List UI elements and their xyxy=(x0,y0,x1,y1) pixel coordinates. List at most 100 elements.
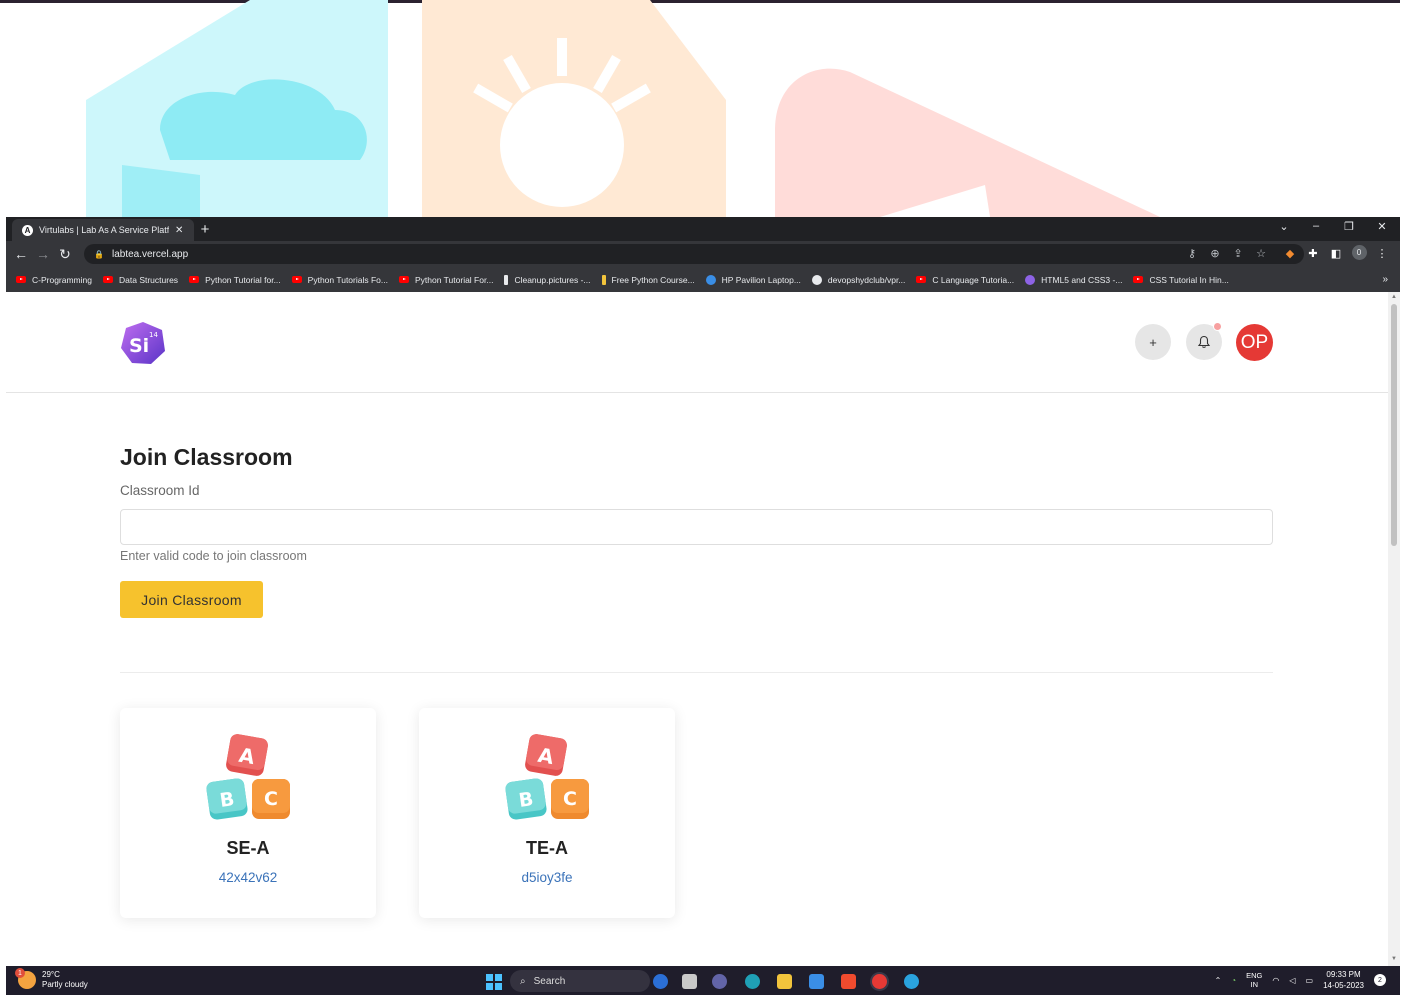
classroom-card[interactable]: A B C TE-A d5ioy3fe xyxy=(419,708,675,918)
file-explorer-icon[interactable] xyxy=(777,974,792,989)
classroom-id-input[interactable] xyxy=(120,509,1273,545)
star-icon[interactable]: ☆ xyxy=(1253,247,1269,260)
page-scrollbar[interactable]: ▲ ▼ xyxy=(1388,292,1400,966)
side-panel-icon[interactable]: ◧ xyxy=(1328,247,1344,260)
wifi-icon[interactable]: ◠ xyxy=(1272,976,1279,985)
weather-temperature: 29°C xyxy=(42,970,60,979)
metamask-icon[interactable]: ◆ xyxy=(1282,247,1298,260)
svg-text:C: C xyxy=(563,788,577,810)
windows-logo-tile xyxy=(486,974,493,981)
logo-text: Si xyxy=(129,335,149,357)
abc-blocks-icon: AB C xyxy=(505,734,589,820)
browser-toolbar: ← → ↻ 🔒 labtea.vercel.app ⚷ ⊕ ⇪ ☆ ◆ ✚ ◧ … xyxy=(6,241,1400,267)
bookmark-item[interactable]: Python Tutorial For... xyxy=(399,275,493,285)
bookmark-item[interactable]: Python Tutorials Fo... xyxy=(291,275,388,285)
start-button[interactable] xyxy=(486,974,502,990)
bookmark-item[interactable]: CSS Tutorial In Hin... xyxy=(1133,274,1229,285)
windows-logo-tile xyxy=(495,974,502,981)
bookmark-item[interactable]: Cleanup.pictures -... xyxy=(504,274,591,285)
mail-icon[interactable] xyxy=(809,974,824,989)
tab-strip: A Virtulabs | Lab As A Service Platf... … xyxy=(6,217,1400,241)
scrollbar-thumb[interactable] xyxy=(1391,304,1397,546)
bookmark-item[interactable]: C-Programming xyxy=(16,275,92,285)
browser-window: A Virtulabs | Lab As A Service Platf... … xyxy=(6,217,1400,292)
address-url: labtea.vercel.app xyxy=(111,248,189,260)
scroll-down-icon[interactable]: ▼ xyxy=(1391,956,1397,962)
bookmark-item[interactable]: Free Python Course... xyxy=(601,274,695,285)
profile-initial: 0 xyxy=(1351,245,1367,260)
taskbar-search[interactable]: ⌕ Search xyxy=(510,970,650,992)
add-class-button[interactable]: + xyxy=(1135,324,1171,360)
purple-circle-icon xyxy=(1025,274,1036,285)
new-tab-button[interactable]: + xyxy=(196,220,214,238)
telegram-icon[interactable] xyxy=(904,974,919,989)
language-indicator[interactable]: ENG IN xyxy=(1246,971,1262,989)
globe-icon xyxy=(705,274,716,285)
join-classroom-title: Join Classroom xyxy=(120,444,293,470)
minimize-icon[interactable]: – xyxy=(1306,220,1326,232)
bookmark-label: Python Tutorial For... xyxy=(415,274,494,285)
language-region: IN xyxy=(1250,980,1258,989)
join-classroom-button[interactable]: Join Classroom xyxy=(120,581,263,618)
bookmark-item[interactable]: Python Tutorial for... xyxy=(189,275,281,285)
brave-icon[interactable] xyxy=(841,974,856,989)
user-avatar[interactable]: OP xyxy=(1236,324,1273,361)
classroom-code[interactable]: d5ioy3fe xyxy=(419,870,675,885)
svg-text:B: B xyxy=(218,788,235,812)
youtube-icon xyxy=(103,276,113,283)
address-bar[interactable]: 🔒 labtea.vercel.app xyxy=(84,244,1304,264)
bookmark-item[interactable]: devopshydclub/vpr... xyxy=(811,274,905,285)
restore-icon[interactable]: ❐ xyxy=(1339,220,1359,233)
youtube-icon xyxy=(916,276,927,283)
tab-close-icon[interactable]: ✕ xyxy=(175,225,183,236)
bulb-ray xyxy=(557,38,567,76)
extensions-icon[interactable]: ✚ xyxy=(1305,247,1321,260)
youtube-icon xyxy=(291,276,302,283)
language-code: ENG xyxy=(1246,971,1263,980)
app-logo[interactable]: Si 14 xyxy=(120,321,166,365)
weather-badge: 1 xyxy=(15,968,25,978)
tab-search-chevron-icon[interactable]: ⌄ xyxy=(1274,220,1294,233)
bookmark-label: CSS Tutorial In Hin... xyxy=(1149,274,1229,285)
youtube-icon xyxy=(189,276,200,283)
classroom-id-label: Classroom Id xyxy=(120,483,200,498)
bookmark-item[interactable]: HP Pavilion Laptop... xyxy=(705,274,801,285)
clock[interactable]: 09:33 PM 14-05-2023 xyxy=(1323,969,1364,991)
logo-superscript: 14 xyxy=(149,331,158,339)
chrome-icon[interactable] xyxy=(872,974,887,989)
windows-logo-tile xyxy=(486,983,493,990)
volume-icon[interactable]: ◁ xyxy=(1289,976,1295,985)
bookmarks-overflow-button[interactable]: » xyxy=(1382,274,1388,285)
tray-overflow-icon[interactable]: ⌃ xyxy=(1215,976,1222,985)
bookmark-label: Data Structures xyxy=(119,274,179,285)
share-icon[interactable]: ⇪ xyxy=(1230,247,1246,260)
edge-icon[interactable] xyxy=(745,974,760,989)
bell-icon xyxy=(1197,335,1211,348)
notification-center-badge[interactable]: 2 xyxy=(1374,974,1386,986)
zoom-icon[interactable]: ⊕ xyxy=(1207,247,1223,260)
reload-icon[interactable]: ↻ xyxy=(54,246,76,263)
weather-widget[interactable]: 1 29°C Partly cloudy xyxy=(15,968,88,990)
menu-kebab-icon[interactable]: ⋮ xyxy=(1374,247,1390,260)
brave-task-view-icon[interactable] xyxy=(653,974,668,989)
bookmark-label: HTML5 and CSS3 -... xyxy=(1041,274,1123,285)
profile-icon[interactable]: 0 xyxy=(1351,245,1367,260)
classroom-card[interactable]: A B C SE-A 42x42v62 xyxy=(120,708,376,918)
bookmark-item[interactable]: Data Structures xyxy=(103,275,178,285)
classroom-code[interactable]: 42x42v62 xyxy=(120,870,376,885)
close-window-icon[interactable]: ✕ xyxy=(1372,220,1392,233)
key-icon[interactable]: ⚷ xyxy=(1184,247,1200,260)
brush-icon xyxy=(504,274,509,285)
tray-app-icon[interactable]: ◔ xyxy=(1231,976,1236,985)
back-icon[interactable]: ← xyxy=(10,246,32,262)
desktop-wallpaper xyxy=(0,0,1410,217)
bookmark-item[interactable]: HTML5 and CSS3 -... xyxy=(1025,274,1123,285)
battery-icon[interactable]: ▭ xyxy=(1306,976,1314,985)
forward-icon[interactable]: → xyxy=(32,246,54,262)
teams-icon[interactable] xyxy=(712,974,727,989)
task-view-icon[interactable] xyxy=(682,974,697,989)
bookmark-item[interactable]: C Language Tutoria... xyxy=(916,275,1014,285)
notification-dot xyxy=(1213,322,1222,331)
scroll-up-icon[interactable]: ▲ xyxy=(1391,294,1397,300)
tab-virtulabs[interactable]: A Virtulabs | Lab As A Service Platf... … xyxy=(12,219,194,241)
